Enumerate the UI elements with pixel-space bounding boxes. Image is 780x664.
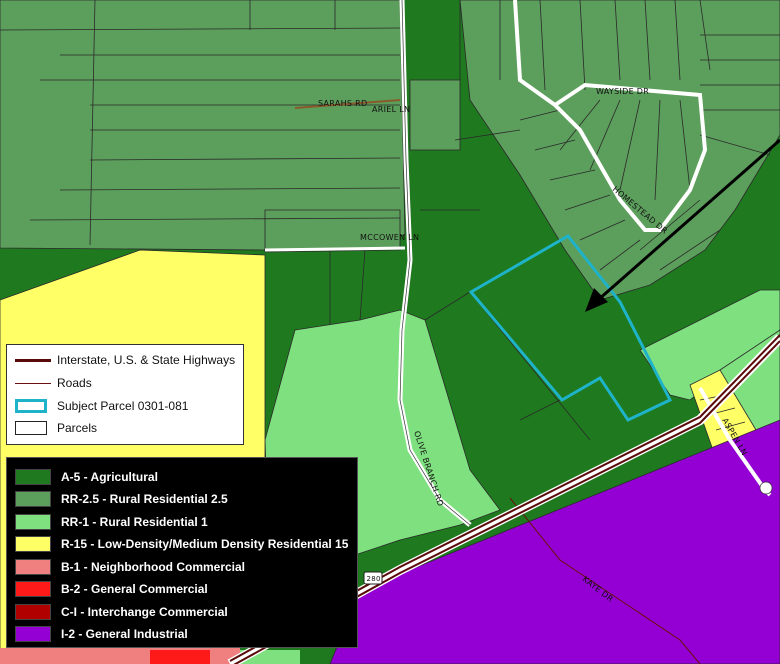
zoning-label-b2: B-2 - General Commercial bbox=[61, 582, 208, 596]
legend-row-highways: Interstate, U.S. & State Highways bbox=[15, 353, 235, 367]
subject-parcel-symbol bbox=[15, 399, 47, 413]
zoning-label-i2: I-2 - General Industrial bbox=[61, 627, 188, 641]
zoning-swatch-a5 bbox=[15, 469, 51, 485]
road-line-symbol bbox=[15, 376, 51, 390]
legend-highways-label: Interstate, U.S. & State Highways bbox=[57, 353, 236, 367]
zone-b2-bottom bbox=[150, 650, 210, 664]
zoning-label-rr25: RR-2.5 - Rural Residential 2.5 bbox=[61, 492, 228, 506]
zoning-row-b2: B-2 - General Commercial bbox=[15, 580, 208, 598]
zoning-label-r15: R-15 - Low-Density/Medium Density Reside… bbox=[61, 537, 349, 551]
zoning-row-ci: C-I - Interchange Commercial bbox=[15, 603, 228, 621]
parcel-symbol bbox=[15, 421, 47, 435]
legend-parcels-label: Parcels bbox=[57, 421, 98, 435]
zoning-row-r15: R-15 - Low-Density/Medium Density Reside… bbox=[15, 535, 348, 553]
zoning-label-b1: B-1 - Neighborhood Commercial bbox=[61, 560, 246, 574]
highway-line-symbol bbox=[15, 353, 51, 367]
zone-rr25-ariel bbox=[409, 79, 461, 151]
label-mccowen-ln: MCCOWEN LN bbox=[360, 233, 419, 242]
legend-row-parcels: Parcels bbox=[15, 421, 97, 435]
zoning-swatch-rr25 bbox=[15, 491, 51, 507]
zoning-row-rr25: RR-2.5 - Rural Residential 2.5 bbox=[15, 490, 228, 508]
legend-row-subject: Subject Parcel 0301-081 bbox=[15, 399, 188, 413]
label-ariel-ln: ARIEL LN bbox=[372, 105, 410, 114]
road-aspen-culdesac bbox=[759, 481, 773, 495]
zoning-swatch-ci bbox=[15, 604, 51, 620]
zoning-legend: A-5 - Agricultural RR-2.5 - Rural Reside… bbox=[6, 457, 358, 648]
route-shield-number: 280 bbox=[367, 575, 381, 583]
zoning-swatch-rr1 bbox=[15, 514, 51, 530]
feature-legend: Interstate, U.S. & State Highways Roads … bbox=[6, 344, 244, 445]
zoning-swatch-i2 bbox=[15, 626, 51, 642]
zoning-label-a5: A-5 - Agricultural bbox=[61, 470, 158, 484]
zone-rr25-mccowen-strip bbox=[264, 209, 401, 253]
zoning-swatch-b2 bbox=[15, 581, 51, 597]
zoning-row-rr1: RR-1 - Rural Residential 1 bbox=[15, 513, 208, 531]
zoning-label-rr1: RR-1 - Rural Residential 1 bbox=[61, 515, 208, 529]
label-wayside-dr: WAYSIDE DR bbox=[596, 87, 649, 96]
zoning-swatch-b1 bbox=[15, 559, 51, 575]
legend-roads-label: Roads bbox=[57, 376, 92, 390]
zoning-label-ci: C-I - Interchange Commercial bbox=[61, 605, 228, 619]
legend-row-roads: Roads bbox=[15, 376, 92, 390]
zoning-swatch-r15 bbox=[15, 536, 51, 552]
road-mccowen bbox=[264, 246, 406, 252]
label-sarahs-rd: SARAHS RD bbox=[318, 99, 367, 108]
legend-subject-label: Subject Parcel 0301-081 bbox=[57, 399, 189, 413]
zoning-row-b1: B-1 - Neighborhood Commercial bbox=[15, 558, 245, 576]
zoning-row-i2: I-2 - General Industrial bbox=[15, 625, 188, 643]
zoning-row-a5: A-5 - Agricultural bbox=[15, 468, 158, 486]
